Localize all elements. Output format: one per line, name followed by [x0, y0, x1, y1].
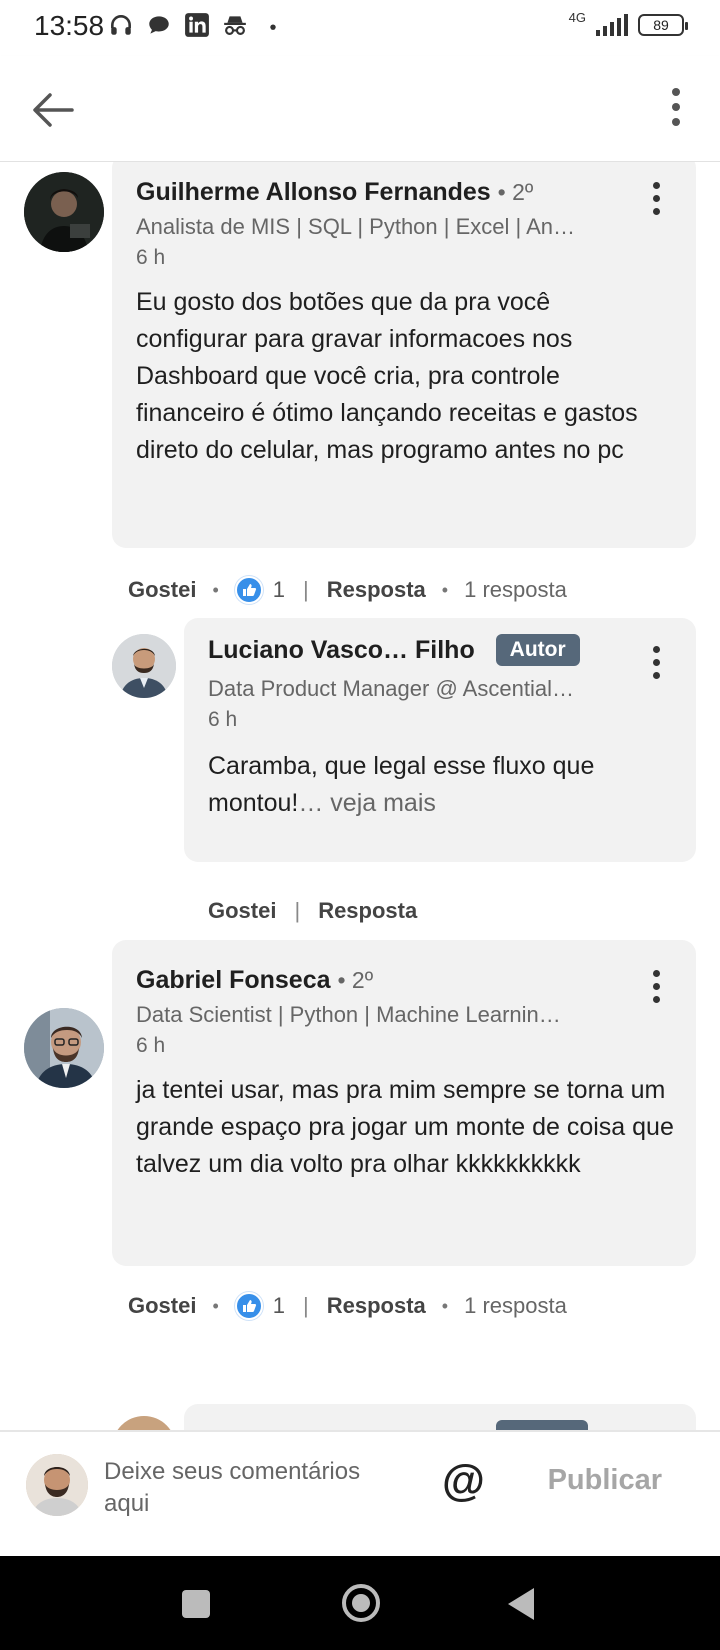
separator-dot: •: [212, 1295, 219, 1316]
recent-apps-button[interactable]: [182, 1590, 210, 1618]
avatar-photo: [24, 172, 104, 252]
signal-icon: [596, 14, 628, 36]
reply-time: 6 h: [208, 708, 238, 731]
battery-icon: 89: [638, 14, 688, 36]
reply-button[interactable]: Resposta: [327, 577, 426, 603]
top-app-bar: [0, 56, 720, 162]
comment-time: 6 h: [136, 246, 166, 269]
separator-bar: |: [303, 577, 309, 602]
author-headline: Data Product Manager @ Ascential…: [208, 676, 574, 701]
reply-count[interactable]: 1 resposta: [464, 577, 567, 603]
like-button[interactable]: Gostei: [128, 577, 196, 603]
linkedin-icon: [185, 13, 209, 37]
comment-time: 6 h: [136, 1034, 166, 1057]
comments-list: Guilherme Allonso Fernandes • 2º Analist…: [0, 162, 720, 1430]
system-back-button[interactable]: [508, 1588, 534, 1620]
connection-degree: • 2º: [497, 179, 534, 205]
comment-author-line: Gabriel Fonseca • 2º: [136, 966, 373, 995]
reply-text: Caramba, que legal esse fluxo que montou…: [208, 748, 668, 822]
more-vertical-icon: [646, 182, 666, 215]
reply-actions: Gostei | Resposta: [208, 898, 417, 924]
like-button[interactable]: Gostei: [128, 1293, 196, 1319]
comment-author-line: Guilherme Allonso Fernandes • 2º: [136, 178, 533, 207]
author-headline: Data Scientist | Python | Machine Learni…: [136, 1002, 561, 1027]
comment-actions: Gostei • 1 | Resposta • 1 resposta: [128, 1292, 567, 1320]
comment-options-button[interactable]: [646, 182, 666, 222]
chat-icon: [149, 16, 169, 34]
comment-text: Eu gosto dos botões que da pra você conf…: [136, 288, 638, 464]
separator-dot: •: [441, 1295, 449, 1316]
reply-button[interactable]: Resposta: [327, 1293, 426, 1319]
like-count: 1: [272, 577, 286, 602]
mention-button[interactable]: @: [442, 1456, 485, 1506]
comment-input[interactable]: Deixe seus comentários aqui: [104, 1456, 404, 1520]
status-system-icons: 4G 89: [569, 10, 688, 36]
avatar[interactable]: [24, 1008, 104, 1088]
comment-actions: Gostei • 1 | Resposta • 1 resposta: [128, 576, 567, 604]
reply-author-line: Luciano Vasco… Filho Autor: [208, 634, 580, 666]
battery-level: 89: [653, 17, 669, 33]
separator-bar: |: [303, 1293, 309, 1318]
status-bar: 13:58 4G 89: [0, 0, 720, 56]
author-headline: Analista de MIS | SQL | Python | Excel |…: [136, 214, 576, 239]
author-badge: Autor: [495, 634, 580, 666]
author-name[interactable]: Guilherme Allonso Fernandes: [136, 178, 491, 206]
back-button[interactable]: [28, 84, 80, 136]
dot-icon: [270, 24, 276, 30]
more-vertical-icon: [646, 970, 666, 1003]
author-name[interactable]: Luciano Vasco… Filho: [208, 636, 475, 664]
network-type: 4G: [568, 9, 586, 25]
arrow-left-icon: [33, 93, 74, 127]
incognito-icon: [224, 16, 246, 35]
comment-options-button[interactable]: [646, 970, 666, 1010]
avatar-photo: [26, 1454, 88, 1516]
thumbs-up-icon[interactable]: [234, 576, 263, 604]
system-navigation-bar: [0, 1556, 720, 1650]
user-avatar: [26, 1454, 88, 1516]
more-vertical-icon: [666, 84, 686, 126]
avatar-photo: [24, 1008, 104, 1088]
like-count: 1: [272, 1293, 286, 1318]
status-time: 13:58: [34, 10, 105, 41]
comment-composer: Deixe seus comentários aqui @ Publicar: [0, 1430, 720, 1556]
reply-options-button[interactable]: [646, 646, 666, 686]
author-name[interactable]: Gabriel Fonseca: [136, 966, 331, 994]
separator-bar: |: [294, 898, 301, 923]
headphones-icon: [111, 15, 131, 35]
avatar-photo: [112, 634, 176, 698]
reply-bubble: [184, 1404, 696, 1430]
author-badge-partial: [496, 1420, 588, 1430]
separator-dot: •: [212, 579, 219, 600]
more-vertical-icon: [646, 646, 666, 679]
comment-text: ja tentei usar, mas pra mim sempre se to…: [136, 1076, 674, 1178]
like-button[interactable]: Gostei: [208, 898, 276, 924]
reply-button[interactable]: Resposta: [318, 898, 417, 924]
separator-dot: •: [441, 579, 449, 600]
avatar[interactable]: [24, 172, 104, 252]
home-button[interactable]: [342, 1584, 380, 1622]
overflow-menu-button[interactable]: [666, 84, 686, 136]
avatar[interactable]: [112, 634, 176, 698]
publish-button[interactable]: Publicar: [548, 1464, 662, 1497]
see-more-link[interactable]: … veja mais: [298, 789, 436, 817]
connection-degree: • 2º: [337, 967, 374, 993]
reply-count[interactable]: 1 resposta: [464, 1293, 567, 1319]
status-notification-icons: [108, 12, 286, 38]
avatar[interactable]: [112, 1416, 176, 1430]
thumbs-up-icon[interactable]: [234, 1292, 263, 1320]
